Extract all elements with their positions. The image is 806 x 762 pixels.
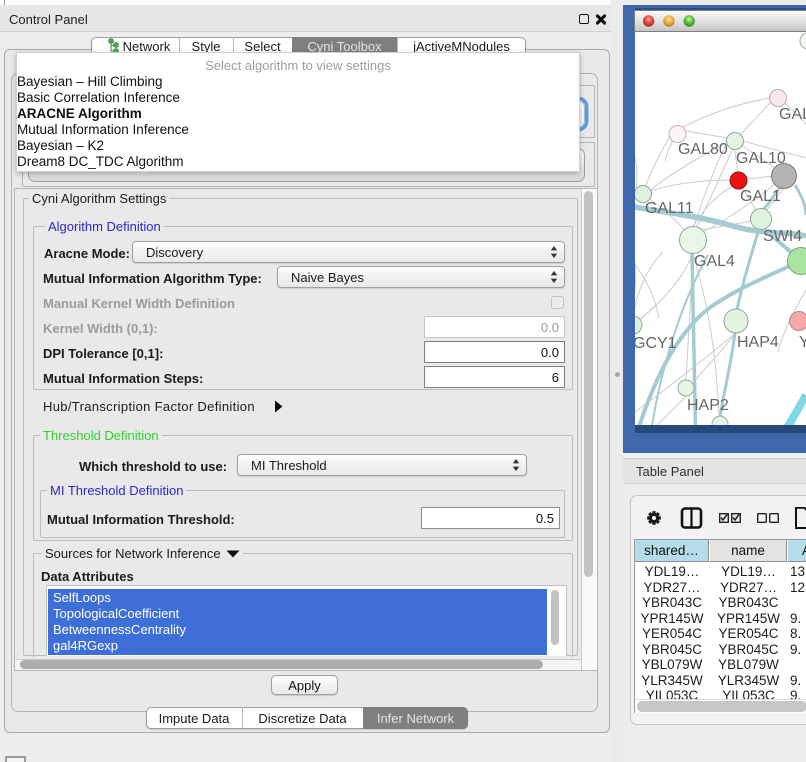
svg-text:GAL4: GAL4 <box>694 253 735 270</box>
svg-text:GAL80: GAL80 <box>678 141 728 158</box>
svg-text:GAL11: GAL11 <box>645 200 694 217</box>
svg-text:GAL7: GAL7 <box>779 106 806 123</box>
svg-text:GAL1: GAL1 <box>740 188 781 205</box>
svg-text:HAP2: HAP2 <box>687 397 729 414</box>
svg-text:GCY1: GCY1 <box>633 335 677 352</box>
svg-text:SWI4: SWI4 <box>763 228 802 245</box>
svg-text:Y: Y <box>799 334 806 351</box>
svg-text:GAL10: GAL10 <box>736 150 786 167</box>
svg-text:HAP4: HAP4 <box>737 334 779 351</box>
